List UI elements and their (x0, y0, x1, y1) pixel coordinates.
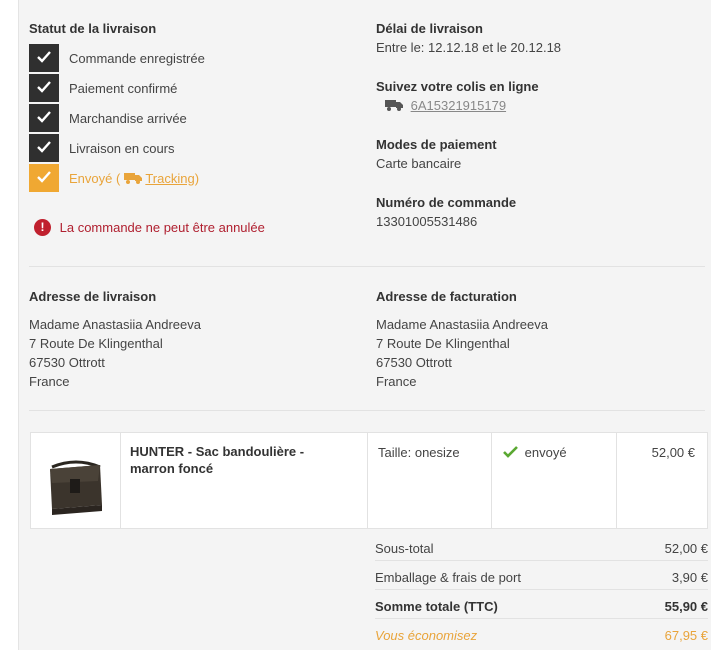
status-step-in-delivery: Livraison en cours (29, 134, 329, 164)
divider (375, 618, 708, 619)
shipping-row: Emballage & frais de port 3,90 € (375, 566, 708, 588)
billing-address-line: France (376, 374, 417, 389)
subtotal-value: 52,00 € (664, 541, 708, 556)
savings-value: 67,95 € (664, 628, 708, 643)
status-step-arrived: Marchandise arrivée (29, 104, 329, 134)
product-price: 52,00 € (651, 445, 695, 460)
product-status-label: envoyé (524, 445, 567, 460)
status-step-label: Livraison en cours (69, 141, 175, 156)
subtotal-row: Sous-total 52,00 € (375, 537, 708, 559)
check-icon (29, 104, 59, 132)
status-step-prefix: Envoyé ( (69, 171, 121, 186)
tracking-link[interactable]: Tracking (145, 171, 194, 186)
total-value: 55,90 € (664, 599, 708, 614)
tracking-title: Suivez votre colis en ligne (376, 79, 539, 94)
billing-address-line: Madame Anastasiia Andreeva (376, 317, 548, 332)
check-icon (29, 164, 59, 192)
shipping-address-line: 67530 Ottrott (29, 355, 105, 370)
status-step-registered: Commande enregistrée (29, 44, 329, 74)
product-price-cell: 52,00 € (617, 433, 707, 528)
payment-title: Modes de paiement (376, 137, 497, 152)
cancel-warning: ! La commande ne peut être annulée (34, 219, 265, 237)
product-image[interactable] (40, 455, 112, 536)
product-name-cell: HUNTER - Sac bandoulière - marron foncé (120, 433, 368, 528)
billing-address-title: Adresse de facturation (376, 289, 517, 304)
alert-icon: ! (34, 219, 51, 237)
check-icon (503, 446, 518, 461)
payment-value: Carte bancaire (376, 156, 462, 171)
check-icon (29, 44, 59, 72)
shipping-value: 3,90 € (671, 570, 708, 585)
product-row: HUNTER - Sac bandoulière - marron foncé … (30, 432, 708, 529)
shipping-address-line: France (29, 374, 70, 389)
order-details-panel: Statut de la livraison Commande enregist… (18, 0, 711, 650)
shipping-label: Emballage & frais de port (375, 570, 521, 585)
status-step-shipped: Envoyé ( Tracking) (29, 164, 329, 194)
status-step-label: Marchandise arrivée (69, 111, 187, 126)
status-step-label: Paiement confirmé (69, 81, 178, 96)
total-label: Somme totale (TTC) (375, 599, 498, 614)
product-status-cell: envoyé (492, 433, 617, 528)
product-name[interactable]: HUNTER - Sac bandoulière - (130, 444, 304, 459)
divider (375, 589, 708, 590)
product-status: envoyé (503, 445, 567, 461)
billing-address-line: 67530 Ottrott (376, 355, 452, 370)
status-step-label: Envoyé ( Tracking) (69, 171, 199, 187)
divider (29, 410, 705, 411)
shipping-address-title: Adresse de livraison (29, 289, 157, 304)
shipping-address-line: Madame Anastasiia Andreeva (29, 317, 201, 332)
truck-icon (123, 172, 142, 187)
order-number-value: 13301005531486 (376, 214, 478, 229)
billing-address-line: 7 Route De Klingenthal (376, 336, 510, 351)
savings-row: Vous économisez 67,95 € (375, 624, 708, 646)
product-image-cell (31, 433, 121, 528)
truck-icon (385, 99, 403, 114)
status-title: Statut de la livraison (29, 21, 157, 36)
check-icon (29, 74, 59, 102)
product-name-line2[interactable]: marron foncé (130, 461, 213, 476)
total-row: Somme totale (TTC) 55,90 € (375, 595, 708, 617)
cancel-warning-text: La commande ne peut être annulée (59, 220, 265, 236)
order-number-title: Numéro de commande (376, 195, 517, 210)
subtotal-label: Sous-total (375, 541, 434, 556)
status-step-suffix: ) (194, 171, 200, 186)
divider (375, 560, 708, 561)
check-icon (29, 134, 59, 162)
status-step-label: Commande enregistrée (69, 51, 205, 66)
savings-label: Vous économisez (375, 628, 478, 643)
product-size-cell: Taille: onesize (368, 433, 492, 528)
product-size: Taille: onesize (378, 445, 460, 460)
status-step-paid: Paiement confirmé (29, 74, 329, 104)
tracking-number-link[interactable]: 6A15321915179 (411, 98, 506, 113)
shipping-address-line: 7 Route De Klingenthal (29, 336, 163, 351)
delivery-time-title: Délai de livraison (376, 21, 483, 36)
tracking-row: 6A15321915179 (385, 98, 506, 114)
delivery-time-value: Entre le: 12.12.18 et le 20.12.18 (376, 40, 562, 55)
divider (29, 266, 705, 267)
